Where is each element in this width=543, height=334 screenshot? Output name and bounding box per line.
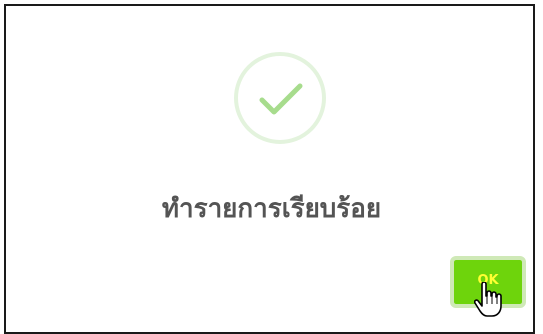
check-icon [259,83,303,115]
success-dialog: ทำรายการเรียบร้อย OK [4,4,535,334]
dialog-message: ทำรายการเรียบร้อย [161,194,382,224]
hand-pointer-icon [474,282,502,317]
checkmark-success-icon [234,52,326,144]
